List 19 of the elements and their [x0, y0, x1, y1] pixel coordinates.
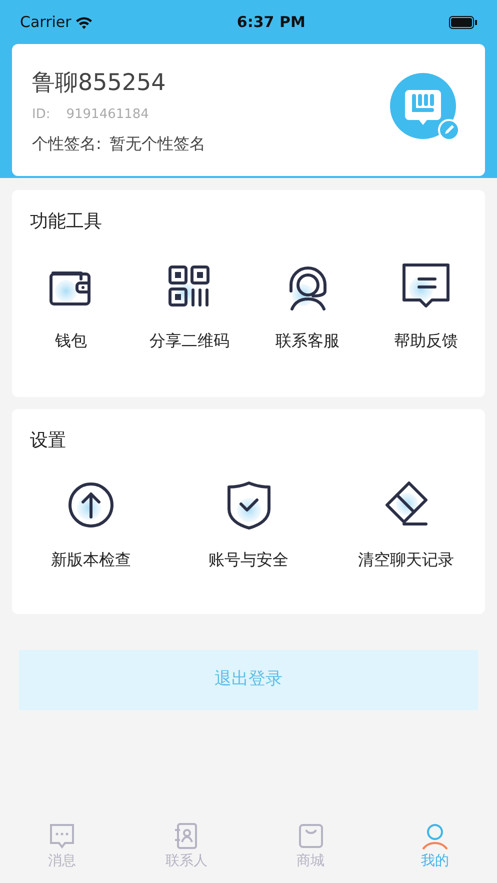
- tool-label[interactable]: 钱包: [55, 329, 88, 353]
- user-id: 9191461184: [66, 106, 149, 124]
- clock-time: 6:37 PM: [236, 12, 306, 33]
- tool-label[interactable]: 新版本检查: [50, 548, 131, 572]
- tool-label[interactable]: 分享二维码: [149, 329, 230, 353]
- signature-label: 个性签名:: [32, 133, 102, 155]
- section-title: 设置: [30, 429, 67, 453]
- id-label: ID:: [32, 106, 50, 124]
- section-title: 功能工具: [30, 210, 103, 234]
- tool-label[interactable]: 联系客服: [276, 329, 340, 353]
- user-name: 鲁聊855254: [32, 69, 167, 98]
- signature-text: 暂无个性签名: [109, 133, 206, 155]
- battery-icon: [448, 16, 477, 28]
- carrier-name: Carrier: [20, 12, 72, 33]
- tool-label[interactable]: 帮助反馈: [394, 329, 458, 353]
- person-icon: [420, 821, 450, 851]
- tool-label[interactable]: 清空聊天记录: [358, 548, 454, 572]
- tool-label[interactable]: 账号与安全: [208, 548, 288, 572]
- wifi-icon: [75, 16, 94, 28]
